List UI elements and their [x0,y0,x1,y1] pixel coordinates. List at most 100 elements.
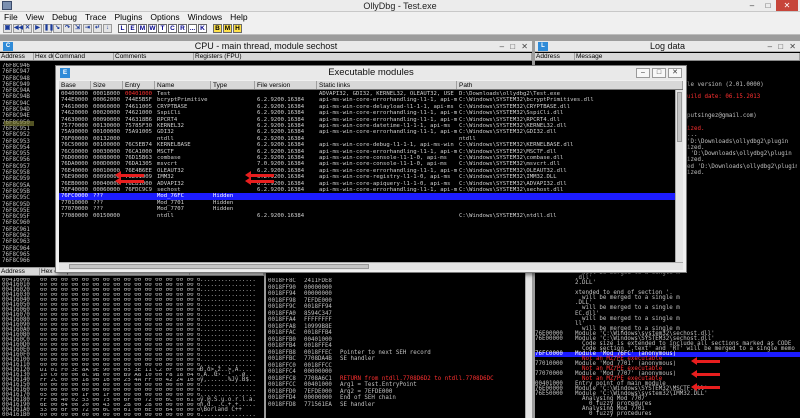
maximize-icon[interactable]: □ [652,68,666,78]
cpu-address[interactable]: 76F8C95C [2,195,32,201]
log-window-title: Log data [649,41,686,51]
modules-horizontal-scrollbar[interactable] [59,262,683,270]
annotation-arrow-5 [691,357,720,365]
toolbar-window-button-0[interactable]: L [118,24,127,33]
cpu-col-header[interactable]: Hex dump [34,53,54,60]
stack-rows: 0018FF8C 2411FDE8 0018FF90 00000000 0018FF94… [268,278,532,418]
cpu-address[interactable]: 76F8C948 [2,76,32,82]
restart-icon[interactable]: ◀◀ [13,24,23,33]
menu-file[interactable]: File [4,12,18,23]
modules-col-header[interactable]: File version [255,81,317,89]
cpu-col-header[interactable]: Comments [114,53,194,60]
step-over-icon[interactable]: ↷ [63,24,72,33]
modules-col-header[interactable]: Name [155,81,211,89]
cpu-window-title-bar: C CPU - main thread, module sechost – □ … [0,41,532,52]
executable-modules-window: Executable modules E – □ ✕ Base Size Entry… [55,65,687,273]
log-column-headers: Address Message [535,53,800,61]
cpu-address[interactable]: 76F8C952 [2,132,32,138]
modules-vertical-scrollbar[interactable] [675,90,683,262]
stack-value: 771561EA [304,401,332,408]
cpu-address[interactable]: 76F8C953 [2,139,32,145]
module-links [317,213,457,219]
close-icon[interactable]: ✕ [776,0,798,11]
log-window-controls[interactable]: – □ ✕ [768,41,798,52]
dump-ascii: ................ [200,412,256,418]
toolbar-window-button-6[interactable]: R [178,24,187,33]
module-path: C:\Windows\SYSTEM32\ntdll.dll [459,212,557,219]
goto-icon[interactable]: ↓ [103,24,112,33]
stack-comment: SE handler [340,356,375,362]
toolbar-window-button-1[interactable]: E [128,24,137,33]
modules-col-header[interactable]: Path [457,81,683,89]
close-icon[interactable]: ✕ [23,24,32,33]
modules-col-header[interactable]: Base [59,81,91,89]
annotation-arrow-7 [691,383,720,391]
dump-row[interactable]: 004161B0 00 00 00 00 00 00 00 00 00 00 00… [2,412,264,418]
minimize-icon[interactable]: – [744,0,760,11]
menu-windows[interactable]: Windows [188,12,222,23]
toolbar-window-button-2[interactable]: M [138,24,147,33]
module-ver: 6.2.9200.16384 [257,212,305,219]
modules-column-headers: Base Size Entry Name Type File version Static … [59,81,683,90]
modules-window-controls: – □ ✕ [636,68,682,78]
cpu-window-controls[interactable]: – □ ✕ [500,41,530,52]
log-col-header[interactable]: Message [575,53,800,60]
stack-scrollbar[interactable] [525,268,532,418]
minimize-icon[interactable]: – [636,68,650,78]
menu-plugins[interactable]: Plugins [114,12,142,23]
menu-view[interactable]: View [26,12,44,23]
cpu-address[interactable]: 76F8C95D [2,202,32,208]
menu-options[interactable]: Options [150,12,179,23]
cpu-col-header[interactable]: Address [0,53,34,60]
modules-window-title: Executable modules [56,66,686,80]
menu-trace[interactable]: Trace [85,12,106,23]
menu-debug[interactable]: Debug [52,12,77,23]
toolbar-extra-button-0[interactable]: B [213,24,222,33]
toolbar-window-button-7[interactable]: ... [188,24,197,33]
toolbar-window-button-4[interactable]: T [158,24,167,33]
module-row[interactable]: 77080000 00150000 ntdll 6.2.9200.16384 C:\Wi… [59,213,683,219]
stack-comment: SE handler [340,401,375,408]
toolbar-window-button-8[interactable]: K [198,24,207,33]
log-top-lines: le version (2.01.0000) uild date: 06.15.2… [687,63,797,183]
log-message: will be merged to a single m [575,315,680,322]
step-into-icon[interactable]: ↘ [53,24,62,33]
cpu-address[interactable]: 76F8C963 [2,239,32,245]
close-icon[interactable]: ✕ [668,68,682,78]
log-line: 0 fuzzy procedures [535,412,800,418]
cpu-address[interactable]: 76F8C960 [2,220,32,226]
cpu-col-header[interactable]: Registers (FPU) [194,53,532,60]
cpu-address[interactable]: 76F8C94E [2,113,32,119]
cpu-address[interactable]: 76F8C956 [2,157,32,163]
cpu-address[interactable]: 76F8C959 [2,176,32,182]
trace-over-icon[interactable]: ⇥ [83,24,92,33]
toolbar-window-button-3[interactable]: W [148,24,157,33]
modules-col-header[interactable]: Static links [317,81,457,89]
cpu-address[interactable]: 76F8C964 [2,246,32,252]
cpu-address[interactable]: 76F8C94B [2,94,32,100]
run-icon[interactable]: ▶ [33,24,42,33]
toolbar-extra-button-2[interactable]: H [233,24,242,33]
cpu-address[interactable]: 76F8C95A [2,183,32,189]
cpu-address[interactable]: 76F8C966 [2,258,32,264]
menu-bar: File View Debug Trace Plugins Options Windows H… [0,12,800,23]
open-icon[interactable]: ▣ [3,24,12,33]
toolbar-extra-button-1[interactable]: M [223,24,232,33]
title-bar: OllyDbg - Test.exe – □ ✕ [0,0,800,12]
toolbar-window-button-5[interactable]: C [168,24,177,33]
stack-row[interactable]: 0018FFD8 771561EA SE handler [268,402,532,409]
exec-till-return-icon[interactable]: ↵ [93,24,102,33]
modules-col-header[interactable]: Entry [123,81,155,89]
cpu-col-header[interactable]: Command [54,53,114,60]
menu-help[interactable]: Help [230,12,247,23]
pause-icon[interactable]: ❚❚ [43,24,54,33]
modules-col-header[interactable]: Size [91,81,123,89]
maximize-icon[interactable]: □ [760,0,776,11]
modules-col-header[interactable]: Type [211,81,255,89]
cpu-address[interactable]: 76F8C947 [2,69,32,75]
modules-table: Base Size Entry Name Type File version Static … [59,81,683,270]
dump-window: AddressHex dumpASCII 0041600000 00 00 00… [0,268,264,418]
log-col-header[interactable]: Address [535,53,575,60]
dump-col-header[interactable]: Address [0,268,40,275]
trace-into-icon[interactable]: ⇲ [73,24,82,33]
